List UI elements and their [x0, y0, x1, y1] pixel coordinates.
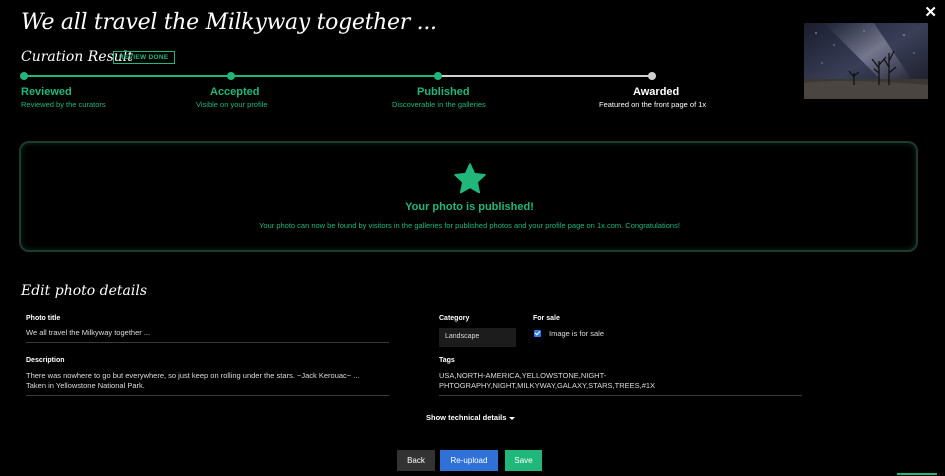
step-label-published: Published	[417, 86, 470, 98]
progress-track-pending	[437, 75, 652, 77]
for-sale-checkbox-label: Image is for sale	[549, 329, 605, 338]
description-input-line-2[interactable]: Taken in Yellowstone National Park.	[26, 381, 145, 391]
step-dot-reviewed	[20, 72, 28, 80]
step-dot-published	[434, 72, 442, 80]
caret-down-icon	[509, 416, 516, 420]
description-input-line-1[interactable]: There was nowhere to go but everywhere, …	[26, 371, 360, 381]
category-label: Category	[439, 315, 470, 322]
published-message: Your photo can now be found by visitors …	[259, 221, 680, 230]
tags-underline	[439, 395, 802, 396]
close-icon[interactable]: ✕	[924, 3, 937, 21]
technical-toggle-label: Show technical details	[426, 413, 507, 422]
step-dot-accepted	[227, 72, 235, 80]
description-underline	[26, 395, 389, 396]
reupload-button[interactable]: Re-upload	[440, 450, 498, 471]
review-done-badge: REVIEW DONE	[113, 51, 175, 64]
photo-title-underline	[26, 342, 389, 343]
step-label-awarded: Awarded	[633, 86, 680, 98]
published-title: Your photo is published!	[405, 201, 534, 213]
step-label-reviewed: Reviewed	[21, 86, 72, 98]
edit-details-heading: Edit photo details	[21, 283, 148, 299]
step-dot-awarded	[648, 72, 656, 80]
step-sub-awarded: Featured on the front page of 1x	[599, 100, 707, 109]
category-select[interactable]: Landscape	[439, 328, 516, 347]
photo-thumbnail	[804, 23, 928, 99]
step-sub-published: Discoverable in the galleries	[392, 100, 486, 109]
photo-title-heading: We all travel the Milkyway together ...	[21, 10, 437, 35]
photo-title-label: Photo title	[26, 315, 61, 322]
step-sub-accepted: Visible on your profile	[196, 100, 268, 109]
save-button[interactable]: Save	[505, 450, 542, 471]
tags-input-line-1[interactable]: USA,NORTH-AMERICA,YELLOWSTONE,NIGHT-	[439, 371, 606, 381]
corner-accent-line	[897, 473, 937, 475]
step-label-accepted: Accepted	[210, 86, 260, 98]
show-technical-details-toggle[interactable]: Show technical details	[426, 413, 516, 422]
description-label: Description	[26, 357, 65, 364]
back-button[interactable]: Back	[397, 450, 435, 471]
photo-title-input[interactable]: We all travel the Milkyway together ...	[26, 328, 150, 338]
tags-label: Tags	[439, 357, 455, 364]
for-sale-checkbox[interactable]	[534, 330, 541, 337]
step-sub-reviewed: Reviewed by the curators	[21, 100, 106, 109]
for-sale-label: For sale	[533, 315, 560, 322]
published-panel	[19, 141, 918, 252]
tags-input-line-2[interactable]: PHTOGRAPHY,NIGHT,MILKYWAY,GALAXY,STARS,T…	[439, 381, 655, 391]
star-icon	[454, 163, 486, 194]
